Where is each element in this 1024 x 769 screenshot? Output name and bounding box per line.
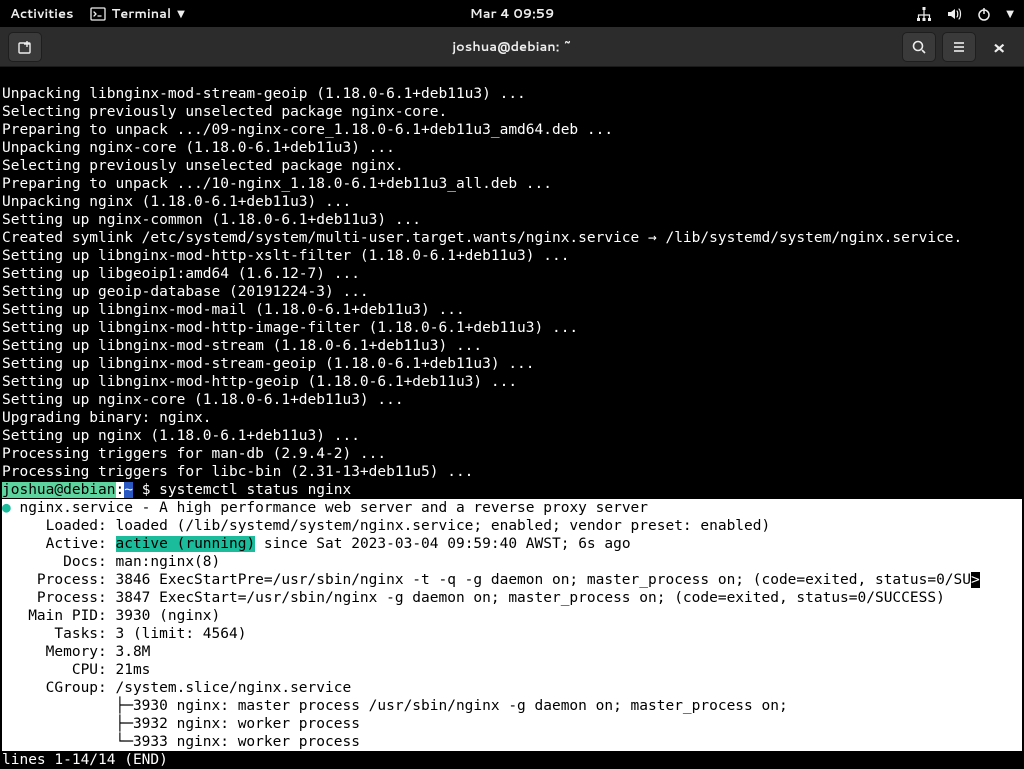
status-cgroup: CGroup: /system.slice/nginx.service [2,680,351,696]
status-process-2: Process: 3847 ExecStart=/usr/sbin/nginx … [2,590,945,606]
network-icon [916,6,932,22]
search-button[interactable] [902,32,936,62]
terminal-icon [90,6,106,22]
app-indicator[interactable]: Terminal ▼ [90,5,185,23]
prompt-command: systemctl status nginx [159,482,351,498]
status-docs: Docs: man:nginx(8) [2,554,220,570]
status-bullet: ● [2,500,11,516]
prompt-colon: : [116,482,125,498]
prompt-user: joshua@debian [2,482,116,498]
power-icon [976,6,992,22]
chevron-down-icon: ▼ [1006,7,1014,21]
status-header: nginx.service - A high performance web s… [11,500,648,516]
new-tab-icon [17,39,33,55]
app-label: Terminal [112,5,172,23]
close-button[interactable]: × [982,32,1016,62]
terminal-output: Unpacking libnginx-mod-stream-geoip (1.1… [2,85,1022,481]
window-titlebar: joshua@debian: ~ × [0,27,1024,67]
system-tray[interactable]: ▼ [916,6,1014,22]
activities-button[interactable]: Activities [10,5,74,23]
status-active-label: Active: [2,536,116,552]
status-memory: Memory: 3.8M [2,644,150,660]
clock[interactable]: Mar 4 09:59 [470,5,555,23]
chevron-down-icon: ▼ [177,7,185,21]
hamburger-icon [951,39,967,55]
gnome-topbar: Activities Terminal ▼ Mar 4 09:59 ▼ [0,0,1024,27]
status-active-value: active (running) [116,536,256,552]
status-tree-3: └─3933 nginx: worker process [2,734,360,750]
status-tasks: Tasks: 3 (limit: 4564) [2,626,246,642]
systemctl-status-output: ● nginx.service - A high performance web… [2,499,1022,751]
status-main-pid: Main PID: 3930 (nginx) [2,608,220,624]
status-tree-2: ├─3932 nginx: worker process [2,716,360,732]
scroll-right-indicator: > [971,572,980,588]
prompt-path: ~ [124,482,133,498]
terminal[interactable]: Unpacking libnginx-mod-stream-geoip (1.1… [0,67,1024,769]
close-icon: × [993,34,1006,60]
status-cpu: CPU: 21ms [2,662,150,678]
search-icon [911,39,927,55]
pager-status: lines 1-14/14 (END) [2,751,1022,769]
new-tab-button[interactable] [8,32,42,62]
window-title: joshua@debian: ~ [452,38,572,56]
status-process-1: Process: 3846 ExecStartPre=/usr/sbin/ngi… [2,572,971,588]
menu-button[interactable] [942,32,976,62]
status-loaded: Loaded: loaded (/lib/systemd/system/ngin… [2,518,770,534]
prompt-symbol: $ [133,482,159,498]
status-tree-1: ├─3930 nginx: master process /usr/sbin/n… [2,698,788,714]
volume-icon [946,6,962,22]
status-active-rest: since Sat 2023-03-04 09:59:40 AWST; 6s a… [255,536,630,552]
